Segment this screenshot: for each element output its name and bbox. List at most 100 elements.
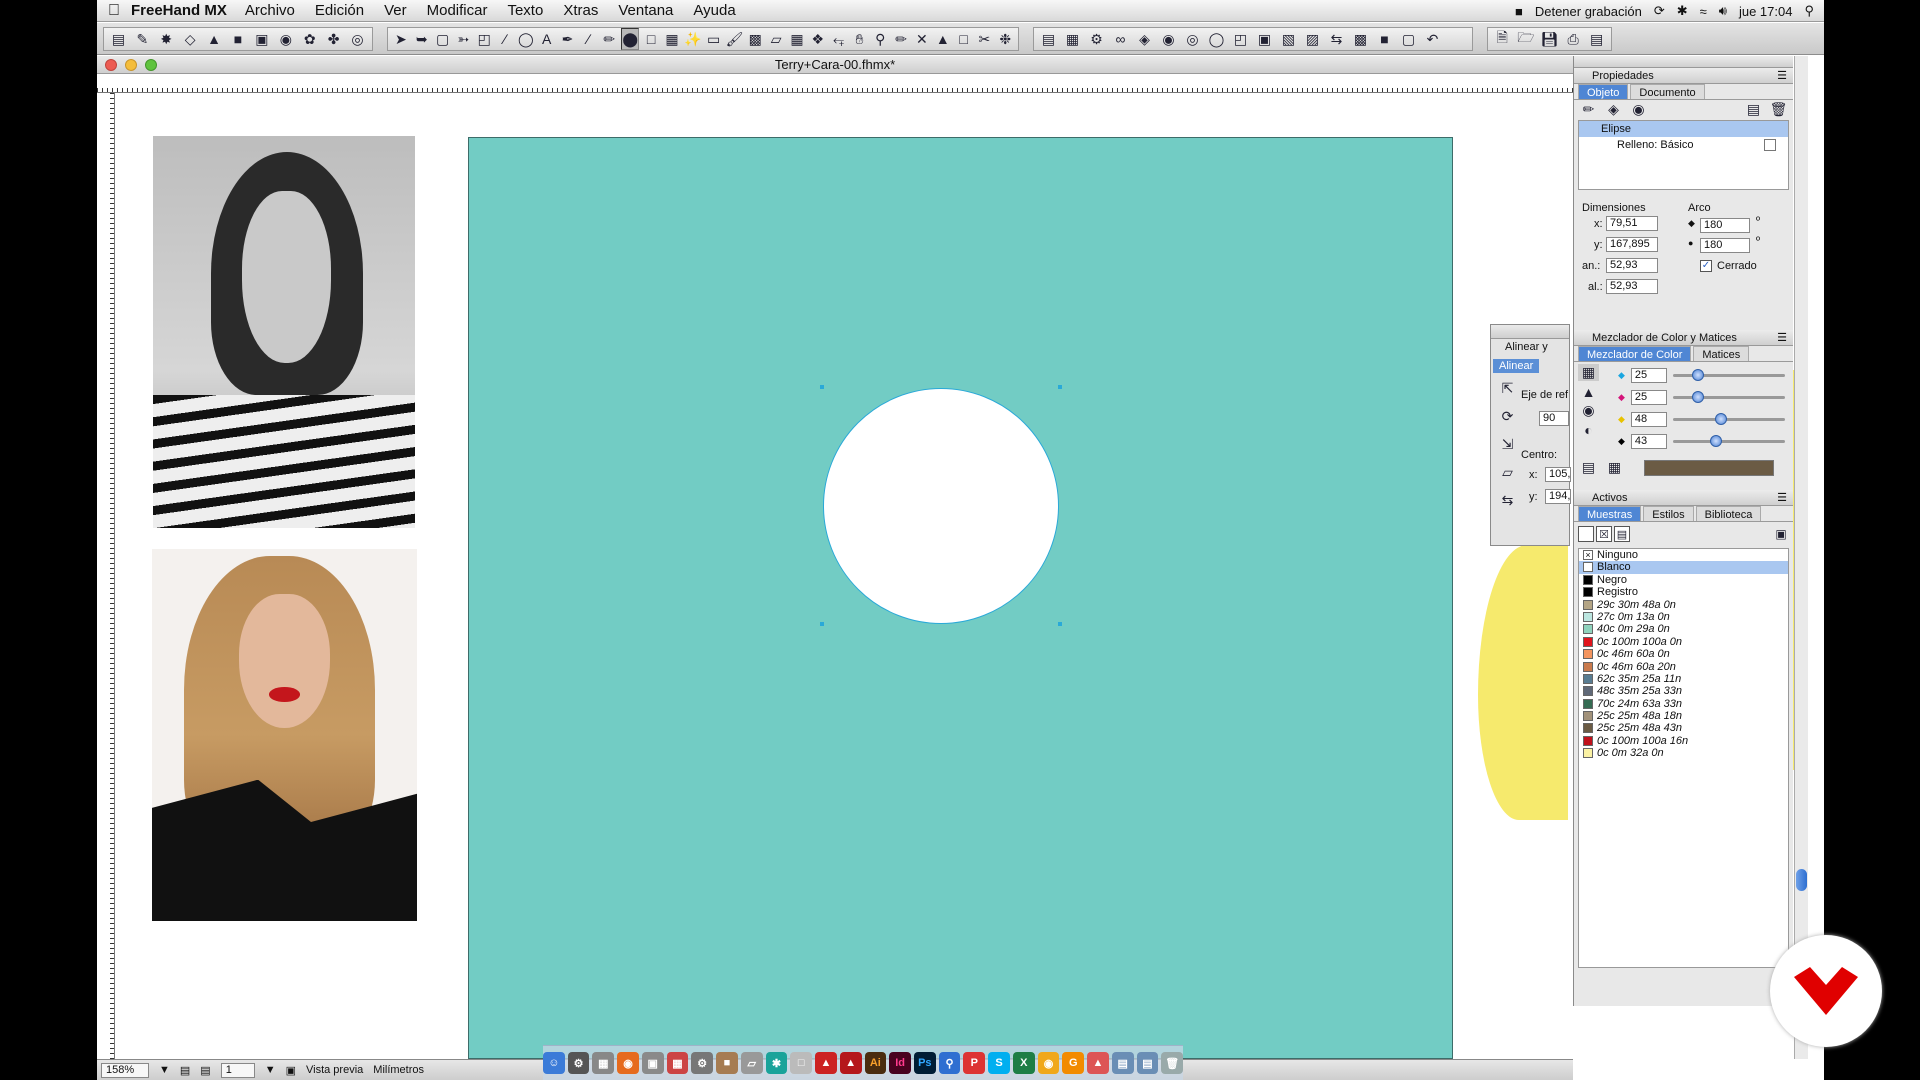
zoom-window-icon[interactable] [145,59,157,71]
photos-icon[interactable]: ■ [716,1052,738,1074]
line-icon[interactable]: ∕ [579,28,597,50]
view-mode[interactable]: Vista previa [306,1064,363,1076]
duplicate-icon[interactable]: ▤ [1743,101,1764,117]
magenta-track[interactable] [1672,390,1785,403]
menu-archivo[interactable]: Archivo [245,2,295,19]
crop-icon[interactable]: ▣ [1254,28,1275,50]
assets-menu-icon[interactable]: ☰ [1777,490,1787,506]
align-panel-header[interactable] [1491,325,1569,339]
stroke-color-icon[interactable]: ✏︎ [892,28,910,50]
swatch-item[interactable]: 0c 100m 100a 0n [1579,636,1788,648]
apple-icon[interactable]:  [97,2,131,20]
vertical-ruler[interactable] [97,93,115,1059]
panel-column-header[interactable] [1574,56,1793,68]
eje-field[interactable]: 90 [1539,411,1569,426]
reference-photo-bw[interactable] [153,136,415,528]
swatch-item[interactable]: 29c 30m 48a 0n [1579,599,1788,611]
units-dropdown[interactable]: Milímetros [373,1064,424,1076]
add-to-swatches-icon[interactable]: ▤ [1578,458,1599,476]
lock-icon[interactable]: ■ [1374,28,1395,50]
brush-icon[interactable]: 🖌︎ [726,28,744,50]
tab-matices[interactable]: Matices [1693,346,1750,361]
align-panel-title[interactable]: Alinear y [1491,339,1569,355]
minimize-window-icon[interactable] [125,59,137,71]
knife-icon[interactable]: ∕ [496,28,514,50]
app-name[interactable]: FreeHand MX [131,2,227,19]
acrobat-icon[interactable]: ▲ [815,1052,837,1074]
tab-estilos[interactable]: Estilos [1643,506,1694,521]
pencil-icon[interactable]: ✏︎ [600,28,618,50]
recording-label[interactable]: Detener grabación [1535,4,1642,19]
shadow-icon[interactable]: ▣ [251,28,272,50]
volume-icon[interactable]: 🔊︎ [1719,3,1727,19]
closed-checkbox[interactable]: ✓ [1700,260,1712,272]
yellow-track[interactable] [1672,412,1785,425]
fill-checkbox[interactable] [1764,139,1776,151]
zoom-field[interactable]: 158% [101,1062,149,1078]
layers-icon[interactable]: ▤ [1038,28,1059,50]
print-icon[interactable]: ⎙ [1563,28,1584,50]
pdf-app-icon[interactable]: P [963,1052,986,1074]
black-field[interactable]: 43 [1630,433,1667,449]
swatch-item[interactable]: Blanco [1579,561,1788,574]
mixer-color-preview[interactable] [1644,460,1774,476]
swatch-item[interactable]: 0c 46m 60a 0n [1579,648,1788,660]
swatch-item[interactable]: Registro [1579,586,1788,598]
union-icon[interactable]: ◰ [1230,28,1251,50]
cmyk-mode-icon[interactable]: ▦ [1578,364,1599,381]
sync-icon[interactable]: ⟳ [1654,3,1665,19]
tab-mezclador[interactable]: Mezclador de Color [1578,346,1692,361]
page-field[interactable]: 1 [220,1062,255,1078]
fill-swatch-icon[interactable] [1578,526,1594,542]
tab-objeto[interactable]: Objeto [1578,84,1629,99]
page-dropdown-icon[interactable]: ▼ [265,1064,276,1076]
spiral-icon[interactable]: ◎ [347,28,368,50]
tab-documento[interactable]: Documento [1630,84,1705,99]
transform-icon[interactable]: ▦ [663,28,681,50]
selection-handle-bl[interactable] [820,622,824,626]
sync-app-icon[interactable]: ◉ [1037,1052,1060,1074]
swatch-item[interactable]: 0c 100m 100a 16n [1579,735,1788,747]
utility-icon[interactable]: ▱ [740,1052,763,1074]
swatch-item[interactable]: 48c 35m 25a 33n [1579,685,1788,697]
selected-ellipse[interactable] [823,388,1059,624]
table-icon[interactable]: ▦ [1062,28,1083,50]
panel-menu-icon[interactable]: ☰ [1777,68,1787,84]
menu-modificar[interactable]: Modificar [427,2,488,19]
add-fill-icon[interactable]: ◈ [1603,101,1624,117]
extrude-icon[interactable]: ▲ [204,28,225,50]
reverse-icon[interactable]: ⇆ [1326,28,1347,50]
swatch-item[interactable]: 62c 35m 25a 11n [1579,673,1788,685]
menu-ventana[interactable]: Ventana [618,2,673,19]
indesign-icon[interactable]: Id [889,1052,911,1074]
blend-icon[interactable]: ∞ [1110,28,1131,50]
view-mode-icon[interactable]: ▣ [286,1064,296,1077]
swatch-options-icon[interactable]: ▣ [1773,526,1789,542]
y-field[interactable]: 167,895 [1606,237,1658,252]
menu-ver[interactable]: Ver [384,2,407,19]
ellipse-tool-icon[interactable]: ⬤ [621,28,640,50]
calendar-icon[interactable]: ▦ [666,1052,689,1074]
system-preferences-icon[interactable]: ⚙ [691,1052,714,1074]
menu-xtras[interactable]: Xtras [563,2,598,19]
perspective-icon[interactable]: ▱ [767,28,785,50]
zoom-dropdown-icon[interactable]: ▼ [159,1064,170,1076]
excel-icon[interactable]: X [1012,1052,1035,1074]
move-icon[interactable]: ⇱ [1497,377,1518,399]
centro-x-field[interactable]: 105, [1545,467,1571,482]
illustrator-icon[interactable]: Ai [864,1052,887,1074]
fill-row[interactable]: Relleno: Básico [1579,137,1788,153]
grid-icon[interactable]: ▦ [788,28,806,50]
split-icon[interactable]: ▨ [1302,28,1323,50]
text-icon[interactable]: A [538,28,556,50]
combine-icon[interactable]: ◉ [1158,28,1179,50]
hls-mode-icon[interactable]: ◉ [1578,402,1599,419]
freehand-icon[interactable]: ✱ [765,1052,788,1074]
knife-tool-icon[interactable]: ✕ [913,28,931,50]
swatch-item[interactable]: 0c 46m 60a 20n [1579,661,1788,673]
yellow-knob[interactable] [1714,412,1727,425]
page-tool-icon[interactable]: ▢ [434,28,452,50]
close-window-icon[interactable] [105,59,117,71]
properties-panel-header[interactable]: Propiedades ☰ [1574,68,1793,84]
mission-control-icon[interactable]: ▦ [592,1052,615,1074]
